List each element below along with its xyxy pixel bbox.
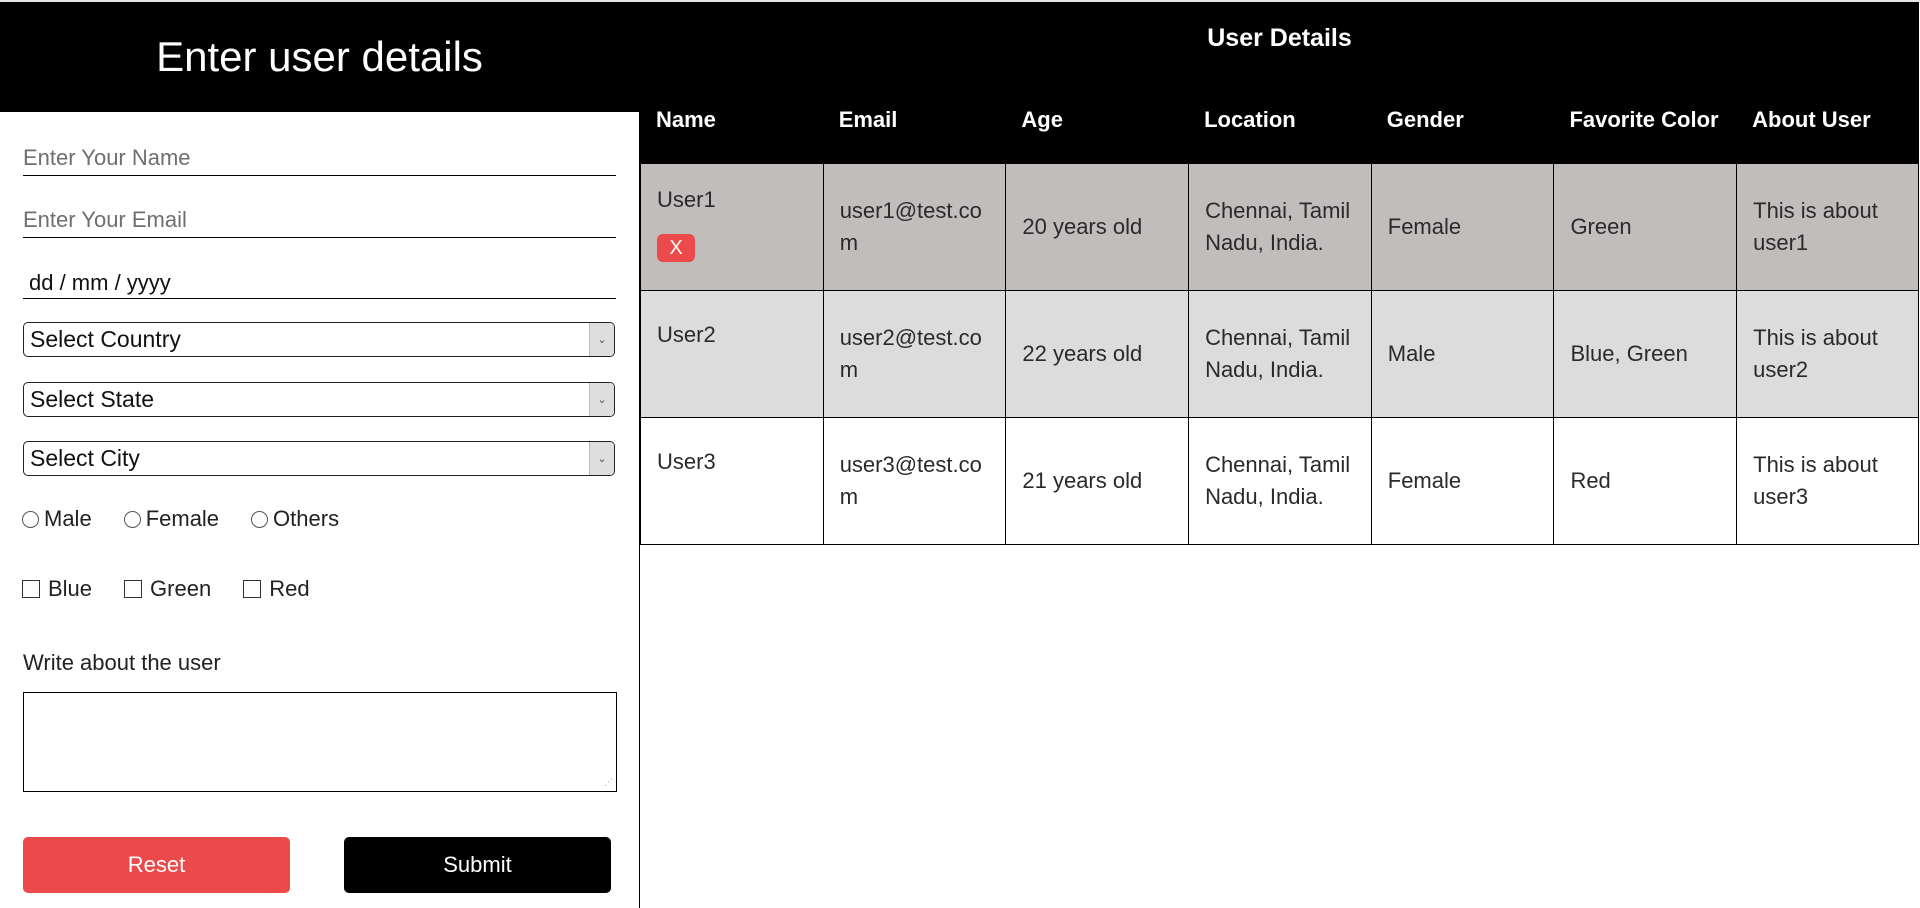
checkbox[interactable]	[22, 580, 40, 598]
delete-row-button[interactable]: X	[657, 234, 695, 262]
column-header-email: Email	[838, 106, 898, 132]
table-row: User2 user2@test.com 22 years old Chenna…	[640, 291, 1919, 418]
date-of-birth-input[interactable]: dd / mm / yyyy	[23, 265, 616, 299]
about-textarea[interactable]: ⋰	[23, 692, 617, 792]
cell-favorite-color: Green	[1553, 164, 1736, 290]
cell-gender: Male	[1370, 291, 1554, 417]
cell-name: User3	[640, 418, 823, 544]
cell-email: user3@test.com	[822, 418, 1006, 544]
table-row: User1 X user1@test.com 20 years old Chen…	[640, 164, 1919, 291]
user-form-panel: Enter user details dd / mm / yyyy Select…	[0, 2, 640, 908]
cell-email: user2@test.com	[822, 291, 1006, 417]
checkbox[interactable]	[124, 580, 143, 598]
table-title: User Details	[1207, 24, 1352, 52]
cell-location: Chennai, Tamil Nadu, India.	[1188, 418, 1371, 544]
about-label: Write about the user	[23, 650, 221, 675]
checkbox-label: Green	[150, 576, 212, 601]
gender-option-others[interactable]: Others	[251, 506, 339, 532]
country-select-value: Select Country	[30, 326, 181, 352]
column-headers: Name Email Age Location Gender Favorite …	[640, 88, 1919, 150]
cell-favorite-color: Blue, Green	[1553, 291, 1736, 417]
gender-option-male[interactable]: Male	[22, 506, 92, 532]
user-name: User1	[657, 187, 716, 212]
cell-age: 21 years old	[1005, 418, 1188, 544]
cell-favorite-color: Red	[1553, 418, 1736, 544]
cell-name: User1 X	[640, 164, 823, 290]
checkbox[interactable]	[243, 580, 262, 598]
column-header-age: Age	[1021, 106, 1063, 132]
cell-about: This is about user1	[1736, 164, 1919, 290]
chevron-down-icon[interactable]: ⌄	[589, 442, 614, 475]
checkbox-label: Blue	[48, 576, 93, 601]
gender-radio-group: Male Female Others	[22, 506, 371, 532]
user-name: User2	[657, 322, 716, 347]
column-header-gender: Gender	[1386, 106, 1464, 132]
column-header-name: Name	[656, 106, 716, 132]
column-header-favorite-color: Favorite Color	[1569, 106, 1719, 132]
radio-button[interactable]	[123, 510, 141, 528]
reset-button[interactable]: Reset	[23, 837, 290, 893]
date-placeholder: dd / mm / yyyy	[29, 270, 171, 295]
form-title: Enter user details	[0, 2, 639, 112]
city-select-value: Select City	[30, 445, 140, 471]
radio-label: Others	[273, 506, 340, 531]
country-select[interactable]: Select Country ⌄	[23, 322, 615, 357]
radio-button[interactable]	[251, 510, 269, 528]
cell-age: 22 years old	[1005, 291, 1188, 417]
cell-location: Chennai, Tamil Nadu, India.	[1188, 164, 1371, 290]
chevron-down-icon[interactable]: ⌄	[589, 383, 614, 416]
cell-location: Chennai, Tamil Nadu, India.	[1188, 291, 1371, 417]
gender-option-female[interactable]: Female	[123, 506, 220, 532]
user-name: User3	[657, 449, 716, 474]
cell-age: 20 years old	[1005, 164, 1188, 290]
color-option-red[interactable]: Red	[243, 576, 310, 602]
column-header-location: Location	[1204, 106, 1296, 132]
checkbox-label: Red	[269, 576, 310, 601]
cell-email: user1@test.com	[822, 164, 1006, 290]
cell-about: This is about user3	[1736, 418, 1919, 544]
column-header-about-user: About User	[1752, 106, 1871, 132]
email-input[interactable]	[23, 203, 616, 238]
city-select[interactable]: Select City ⌄	[23, 441, 615, 476]
resize-grip-icon[interactable]: ⋰	[604, 779, 613, 788]
radio-button[interactable]	[22, 510, 39, 528]
cell-gender: Female	[1370, 164, 1554, 290]
table-header: User Details Name Email Age Location Gen…	[640, 2, 1919, 164]
user-details-table: User Details Name Email Age Location Gen…	[640, 2, 1919, 545]
submit-button[interactable]: Submit	[344, 837, 611, 893]
color-option-green[interactable]: Green	[124, 576, 211, 602]
color-checkbox-group: Blue Green Red	[22, 576, 342, 602]
cell-name: User2	[640, 291, 823, 417]
chevron-down-icon[interactable]: ⌄	[589, 323, 614, 356]
radio-label: Female	[145, 506, 220, 531]
table-row: User3 user3@test.com 21 years old Chenna…	[640, 418, 1919, 545]
cell-about: This is about user2	[1736, 291, 1919, 417]
color-option-blue[interactable]: Blue	[22, 576, 92, 602]
state-select[interactable]: Select State ⌄	[23, 382, 615, 417]
state-select-value: Select State	[30, 386, 155, 412]
radio-label: Male	[44, 506, 92, 531]
name-input[interactable]	[23, 141, 616, 176]
cell-gender: Female	[1370, 418, 1554, 544]
